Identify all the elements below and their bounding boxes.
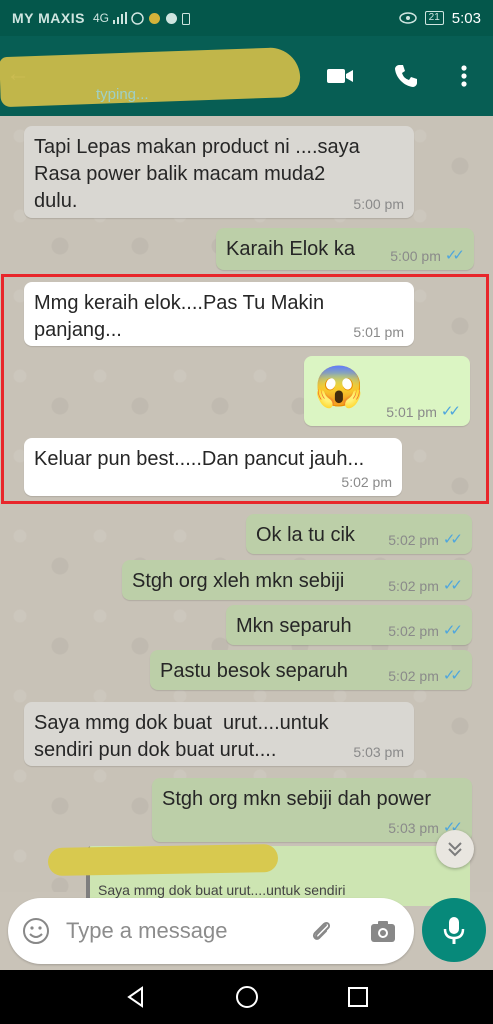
read-ticks-icon: ✓✓ <box>444 247 465 264</box>
message-composer <box>8 898 414 964</box>
message-outgoing[interactable]: Ok la tu cik 5:02 pm ✓✓ <box>246 514 472 554</box>
chat-header: ← typing... <box>0 36 493 116</box>
phone-call-icon[interactable] <box>390 60 422 92</box>
redacted-contact-name <box>0 46 301 108</box>
nav-recents-button[interactable] <box>343 982 373 1012</box>
read-ticks-icon: ✓✓ <box>442 622 463 639</box>
message-time: 5:01 pm <box>386 404 437 420</box>
message-incoming[interactable]: Keluar pun best.....Dan pancut jauh... 5… <box>24 438 402 496</box>
message-time: 5:00 pm <box>390 248 441 264</box>
message-time: 5:02 pm <box>388 578 439 594</box>
contact-status: typing... <box>96 86 149 103</box>
message-incoming[interactable]: Saya mmg dok buat urut....untuk sendiri … <box>24 702 414 766</box>
mic-icon <box>443 917 465 944</box>
read-ticks-icon: ✓✓ <box>440 403 461 420</box>
message-outgoing-emoji[interactable]: 😱 5:01 pm ✓✓ <box>304 356 470 426</box>
scroll-down-button[interactable] <box>436 830 474 868</box>
status-bar: MY MAXIS 4G 21 5:03 <box>0 0 493 36</box>
video-call-icon[interactable] <box>324 60 356 92</box>
system-navigation-bar <box>0 970 493 1024</box>
message-outgoing[interactable]: Karaih Elok ka 5:00 pm ✓✓ <box>216 228 474 270</box>
message-incoming[interactable]: Tapi Lepas makan product ni ....saya Ras… <box>24 126 414 218</box>
emoji-icon[interactable] <box>22 917 50 945</box>
message-time: 5:02 pm <box>388 532 439 548</box>
carrier-name: MY MAXIS <box>12 10 85 26</box>
message-outgoing[interactable]: Stgh org xleh mkn sebiji 5:02 pm ✓✓ <box>122 560 472 600</box>
nav-back-button[interactable] <box>121 982 151 1012</box>
scroll-down-icon <box>448 842 462 857</box>
redacted-reply-name <box>47 843 279 877</box>
message-time: 5:03 pm <box>388 820 439 836</box>
reply-preview-text: Saya mmg dok buat urut....untuk sendiri <box>98 882 346 898</box>
facebook-icon <box>166 12 177 24</box>
message-input[interactable] <box>64 912 288 950</box>
message-time: 5:00 pm <box>353 196 404 212</box>
message-outgoing[interactable]: Mkn separuh 5:02 pm ✓✓ <box>226 605 472 645</box>
message-outgoing[interactable]: Pastu besok separuh 5:02 pm ✓✓ <box>150 650 472 690</box>
signal-icon <box>113 12 127 24</box>
clock: 5:03 <box>451 9 481 27</box>
network-type: 4G <box>92 11 109 25</box>
battery-level: 21 <box>424 11 444 25</box>
nav-home-icon <box>235 986 258 1008</box>
whatsapp-notification-icon <box>131 11 144 25</box>
nav-home-button[interactable] <box>232 982 262 1012</box>
more-options-icon[interactable] <box>448 60 480 92</box>
message-time: 5:02 pm <box>341 474 392 490</box>
camera-icon[interactable] <box>368 916 398 946</box>
mic-button[interactable] <box>422 898 486 962</box>
message-incoming[interactable]: Mmg keraih elok....Pas Tu Makin panjang.… <box>24 282 414 346</box>
message-time: 5:02 pm <box>388 668 439 684</box>
nav-recents-icon <box>347 987 368 1007</box>
battery-saver-icon <box>182 12 190 25</box>
message-outgoing[interactable]: Stgh org mkn sebiji dah power 5:03 pm ✓✓ <box>152 778 472 842</box>
nav-back-icon <box>126 986 143 1008</box>
read-ticks-icon: ✓✓ <box>442 577 463 594</box>
attach-icon[interactable] <box>306 916 336 946</box>
chat-area[interactable]: Tapi Lepas makan product ni ....saya Ras… <box>0 116 493 892</box>
eye-comfort-icon <box>398 12 417 24</box>
message-time: 5:03 pm <box>353 744 404 760</box>
read-ticks-icon: ✓✓ <box>442 667 463 684</box>
read-ticks-icon: ✓✓ <box>442 531 463 548</box>
notification-dot-icon <box>149 12 160 24</box>
message-time: 5:02 pm <box>388 623 439 639</box>
message-time: 5:01 pm <box>353 324 404 340</box>
